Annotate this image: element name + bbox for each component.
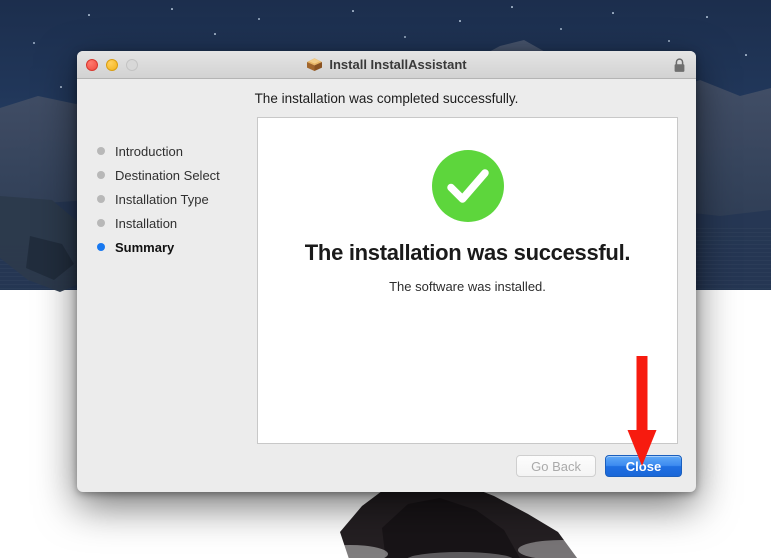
success-message-group: The installation was successful. The sof… xyxy=(258,118,677,294)
installer-window[interactable]: Install InstallAssistant The installatio… xyxy=(77,51,696,492)
sidebar-item-installation-type: Installation Type xyxy=(77,187,257,211)
window-titlebar[interactable]: Install InstallAssistant xyxy=(77,51,696,79)
installer-content-panel: The installation was successful. The sof… xyxy=(257,117,678,444)
step-dot-icon xyxy=(97,195,105,203)
lock-indicator[interactable] xyxy=(673,51,686,79)
sidebar-item-label: Introduction xyxy=(115,143,183,159)
step-dot-icon xyxy=(97,147,105,155)
step-dot-icon-active xyxy=(97,243,105,251)
window-controls[interactable] xyxy=(86,51,138,79)
desktop-background: Install InstallAssistant The installatio… xyxy=(0,0,771,558)
sidebar-item-introduction: Introduction xyxy=(77,139,257,163)
sidebar-item-destination-select: Destination Select xyxy=(77,163,257,187)
installer-headline: The installation was completed successfu… xyxy=(254,91,519,106)
green-checkmark-circle-icon xyxy=(431,150,504,222)
sidebar-item-summary: Summary xyxy=(77,235,257,259)
sidebar-item-label: Installation Type xyxy=(115,191,209,207)
zoom-window-button xyxy=(126,59,138,71)
window-title: Install InstallAssistant xyxy=(329,57,467,72)
minimize-window-button[interactable] xyxy=(106,59,118,71)
success-subtitle: The software was installed. xyxy=(389,279,546,294)
step-dot-icon xyxy=(97,171,105,179)
installer-body: Introduction Destination Select Installa… xyxy=(77,117,696,444)
lock-closed-icon xyxy=(674,57,685,72)
installer-footer: Go Back Close xyxy=(77,444,696,492)
go-back-button[interactable]: Go Back xyxy=(516,455,596,477)
sidebar-item-label: Summary xyxy=(115,239,175,255)
sidebar-item-installation: Installation xyxy=(77,211,257,235)
sidebar-item-label: Installation xyxy=(115,215,178,231)
success-title: The installation was successful. xyxy=(304,240,631,265)
installer-package-icon xyxy=(307,58,323,71)
close-button[interactable]: Close xyxy=(605,455,682,477)
installer-steps-sidebar: Introduction Destination Select Installa… xyxy=(77,117,257,444)
close-window-button[interactable] xyxy=(86,59,98,71)
sidebar-item-label: Destination Select xyxy=(115,167,220,183)
step-dot-icon xyxy=(97,219,105,227)
window-title-group: Install InstallAssistant xyxy=(77,57,696,72)
